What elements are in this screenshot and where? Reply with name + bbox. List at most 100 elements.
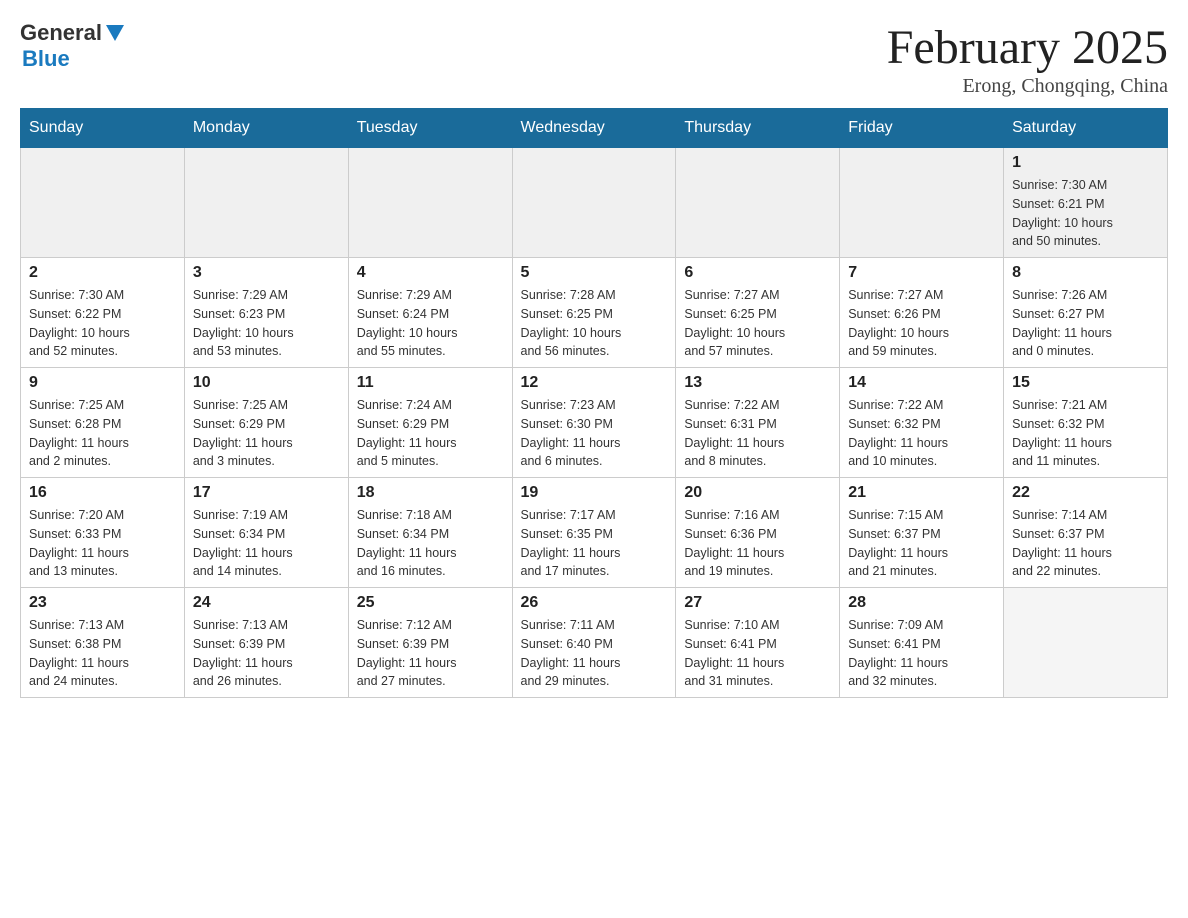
calendar-day <box>512 148 676 258</box>
day-info: Sunrise: 7:25 AM Sunset: 6:29 PM Dayligh… <box>193 396 340 471</box>
day-number: 7 <box>848 264 995 282</box>
calendar-day <box>1004 588 1168 698</box>
day-number: 27 <box>684 594 831 612</box>
day-info: Sunrise: 7:21 AM Sunset: 6:32 PM Dayligh… <box>1012 396 1159 471</box>
calendar-day: 18Sunrise: 7:18 AM Sunset: 6:34 PM Dayli… <box>348 478 512 588</box>
calendar-week-2: 2 Sunrise: 7:30 AM Sunset: 6:22 PM Daylig… <box>21 258 1168 368</box>
day-info: Sunrise: 7:16 AM Sunset: 6:36 PM Dayligh… <box>684 506 831 581</box>
day-number: 6 <box>684 264 831 282</box>
logo-general-text: General <box>20 20 102 46</box>
day-info: Sunrise: 7:23 AM Sunset: 6:30 PM Dayligh… <box>521 396 668 471</box>
day-info: Sunrise: 7:13 AM Sunset: 6:38 PM Dayligh… <box>29 616 176 691</box>
day-info: Sunrise: 7:24 AM Sunset: 6:29 PM Dayligh… <box>357 396 504 471</box>
logo-icon <box>104 21 126 43</box>
day-info: Sunrise: 7:17 AM Sunset: 6:35 PM Dayligh… <box>521 506 668 581</box>
calendar-day: 24 Sunrise: 7:13 AM Sunset: 6:39 PM Dayli… <box>184 588 348 698</box>
day-number: 8 <box>1012 264 1159 282</box>
day-header-sunday: Sunday <box>21 109 185 148</box>
calendar-day: 22 Sunrise: 7:14 AM Sunset: 6:37 PM Dayli… <box>1004 478 1168 588</box>
day-number: 22 <box>1012 484 1159 502</box>
calendar-day: 21 Sunrise: 7:15 AM Sunset: 6:37 PM Dayli… <box>840 478 1004 588</box>
calendar-day: 10 Sunrise: 7:25 AM Sunset: 6:29 PM Dayli… <box>184 368 348 478</box>
day-number: 25 <box>357 594 504 612</box>
calendar-day <box>184 148 348 258</box>
day-number: 1 <box>1012 154 1159 172</box>
day-info: Sunrise: 7:29 AM Sunset: 6:24 PM Dayligh… <box>357 286 504 361</box>
day-header-monday: Monday <box>184 109 348 148</box>
calendar-day: 4 Sunrise: 7:29 AM Sunset: 6:24 PM Daylig… <box>348 258 512 368</box>
calendar-day: 9 Sunrise: 7:25 AM Sunset: 6:28 PM Daylig… <box>21 368 185 478</box>
day-number: 17 <box>193 484 340 502</box>
day-number: 28 <box>848 594 995 612</box>
calendar-day: 12 Sunrise: 7:23 AM Sunset: 6:30 PM Dayli… <box>512 368 676 478</box>
day-info: Sunrise: 7:14 AM Sunset: 6:37 PM Dayligh… <box>1012 506 1159 581</box>
day-info: Sunrise: 7:26 AM Sunset: 6:27 PM Dayligh… <box>1012 286 1159 361</box>
calendar-day: 26Sunrise: 7:11 AM Sunset: 6:40 PM Dayli… <box>512 588 676 698</box>
calendar-week-4: 16Sunrise: 7:20 AM Sunset: 6:33 PM Dayli… <box>21 478 1168 588</box>
day-info: Sunrise: 7:13 AM Sunset: 6:39 PM Dayligh… <box>193 616 340 691</box>
day-info: Sunrise: 7:25 AM Sunset: 6:28 PM Dayligh… <box>29 396 176 471</box>
day-info: Sunrise: 7:15 AM Sunset: 6:37 PM Dayligh… <box>848 506 995 581</box>
calendar-day <box>21 148 185 258</box>
calendar-day: 6 Sunrise: 7:27 AM Sunset: 6:25 PM Daylig… <box>676 258 840 368</box>
day-info: Sunrise: 7:09 AM Sunset: 6:41 PM Dayligh… <box>848 616 995 691</box>
day-info: Sunrise: 7:19 AM Sunset: 6:34 PM Dayligh… <box>193 506 340 581</box>
calendar-day: 5Sunrise: 7:28 AM Sunset: 6:25 PM Daylig… <box>512 258 676 368</box>
day-info: Sunrise: 7:29 AM Sunset: 6:23 PM Dayligh… <box>193 286 340 361</box>
calendar-day: 1 Sunrise: 7:30 AM Sunset: 6:21 PM Daylig… <box>1004 148 1168 258</box>
day-number: 4 <box>357 264 504 282</box>
day-number: 23 <box>29 594 176 612</box>
day-number: 16 <box>29 484 176 502</box>
day-number: 3 <box>193 264 340 282</box>
day-number: 13 <box>684 374 831 392</box>
title-section: February 2025 Erong, Chongqing, China <box>887 20 1168 98</box>
day-header-saturday: Saturday <box>1004 109 1168 148</box>
calendar-week-3: 9 Sunrise: 7:25 AM Sunset: 6:28 PM Daylig… <box>21 368 1168 478</box>
day-info: Sunrise: 7:28 AM Sunset: 6:25 PM Dayligh… <box>521 286 668 361</box>
day-number: 24 <box>193 594 340 612</box>
calendar-header-row: SundayMondayTuesdayWednesdayThursdayFrid… <box>21 109 1168 148</box>
logo-blue-text: Blue <box>22 46 70 71</box>
day-number: 9 <box>29 374 176 392</box>
calendar-day: 23 Sunrise: 7:13 AM Sunset: 6:38 PM Dayli… <box>21 588 185 698</box>
calendar-day: 16Sunrise: 7:20 AM Sunset: 6:33 PM Dayli… <box>21 478 185 588</box>
day-info: Sunrise: 7:12 AM Sunset: 6:39 PM Dayligh… <box>357 616 504 691</box>
calendar-day: 3 Sunrise: 7:29 AM Sunset: 6:23 PM Daylig… <box>184 258 348 368</box>
day-info: Sunrise: 7:27 AM Sunset: 6:26 PM Dayligh… <box>848 286 995 361</box>
day-number: 2 <box>29 264 176 282</box>
day-number: 12 <box>521 374 668 392</box>
calendar-week-1: 1 Sunrise: 7:30 AM Sunset: 6:21 PM Daylig… <box>21 148 1168 258</box>
calendar-day: 15Sunrise: 7:21 AM Sunset: 6:32 PM Dayli… <box>1004 368 1168 478</box>
day-number: 11 <box>357 374 504 392</box>
calendar-day <box>840 148 1004 258</box>
day-info: Sunrise: 7:27 AM Sunset: 6:25 PM Dayligh… <box>684 286 831 361</box>
page-header: General Blue February 2025 Erong, Chongq… <box>20 20 1168 98</box>
day-header-wednesday: Wednesday <box>512 109 676 148</box>
day-number: 21 <box>848 484 995 502</box>
calendar-week-5: 23 Sunrise: 7:13 AM Sunset: 6:38 PM Dayli… <box>21 588 1168 698</box>
calendar-day: 20 Sunrise: 7:16 AM Sunset: 6:36 PM Dayli… <box>676 478 840 588</box>
calendar-day: 28 Sunrise: 7:09 AM Sunset: 6:41 PM Dayli… <box>840 588 1004 698</box>
day-info: Sunrise: 7:11 AM Sunset: 6:40 PM Dayligh… <box>521 616 668 691</box>
day-header-friday: Friday <box>840 109 1004 148</box>
calendar-day: 25 Sunrise: 7:12 AM Sunset: 6:39 PM Dayli… <box>348 588 512 698</box>
calendar-day <box>676 148 840 258</box>
day-number: 20 <box>684 484 831 502</box>
day-number: 18 <box>357 484 504 502</box>
day-header-tuesday: Tuesday <box>348 109 512 148</box>
day-info: Sunrise: 7:30 AM Sunset: 6:21 PM Dayligh… <box>1012 176 1159 251</box>
logo: General Blue <box>20 20 126 72</box>
day-number: 19 <box>521 484 668 502</box>
calendar-day <box>348 148 512 258</box>
month-title: February 2025 <box>887 20 1168 75</box>
calendar-day: 19 Sunrise: 7:17 AM Sunset: 6:35 PM Dayli… <box>512 478 676 588</box>
day-header-thursday: Thursday <box>676 109 840 148</box>
location-text: Erong, Chongqing, China <box>887 75 1168 98</box>
day-number: 14 <box>848 374 995 392</box>
day-info: Sunrise: 7:30 AM Sunset: 6:22 PM Dayligh… <box>29 286 176 361</box>
calendar-day: 13 Sunrise: 7:22 AM Sunset: 6:31 PM Dayli… <box>676 368 840 478</box>
calendar-table: SundayMondayTuesdayWednesdayThursdayFrid… <box>20 108 1168 698</box>
day-info: Sunrise: 7:22 AM Sunset: 6:31 PM Dayligh… <box>684 396 831 471</box>
day-number: 10 <box>193 374 340 392</box>
calendar-day: 2 Sunrise: 7:30 AM Sunset: 6:22 PM Daylig… <box>21 258 185 368</box>
